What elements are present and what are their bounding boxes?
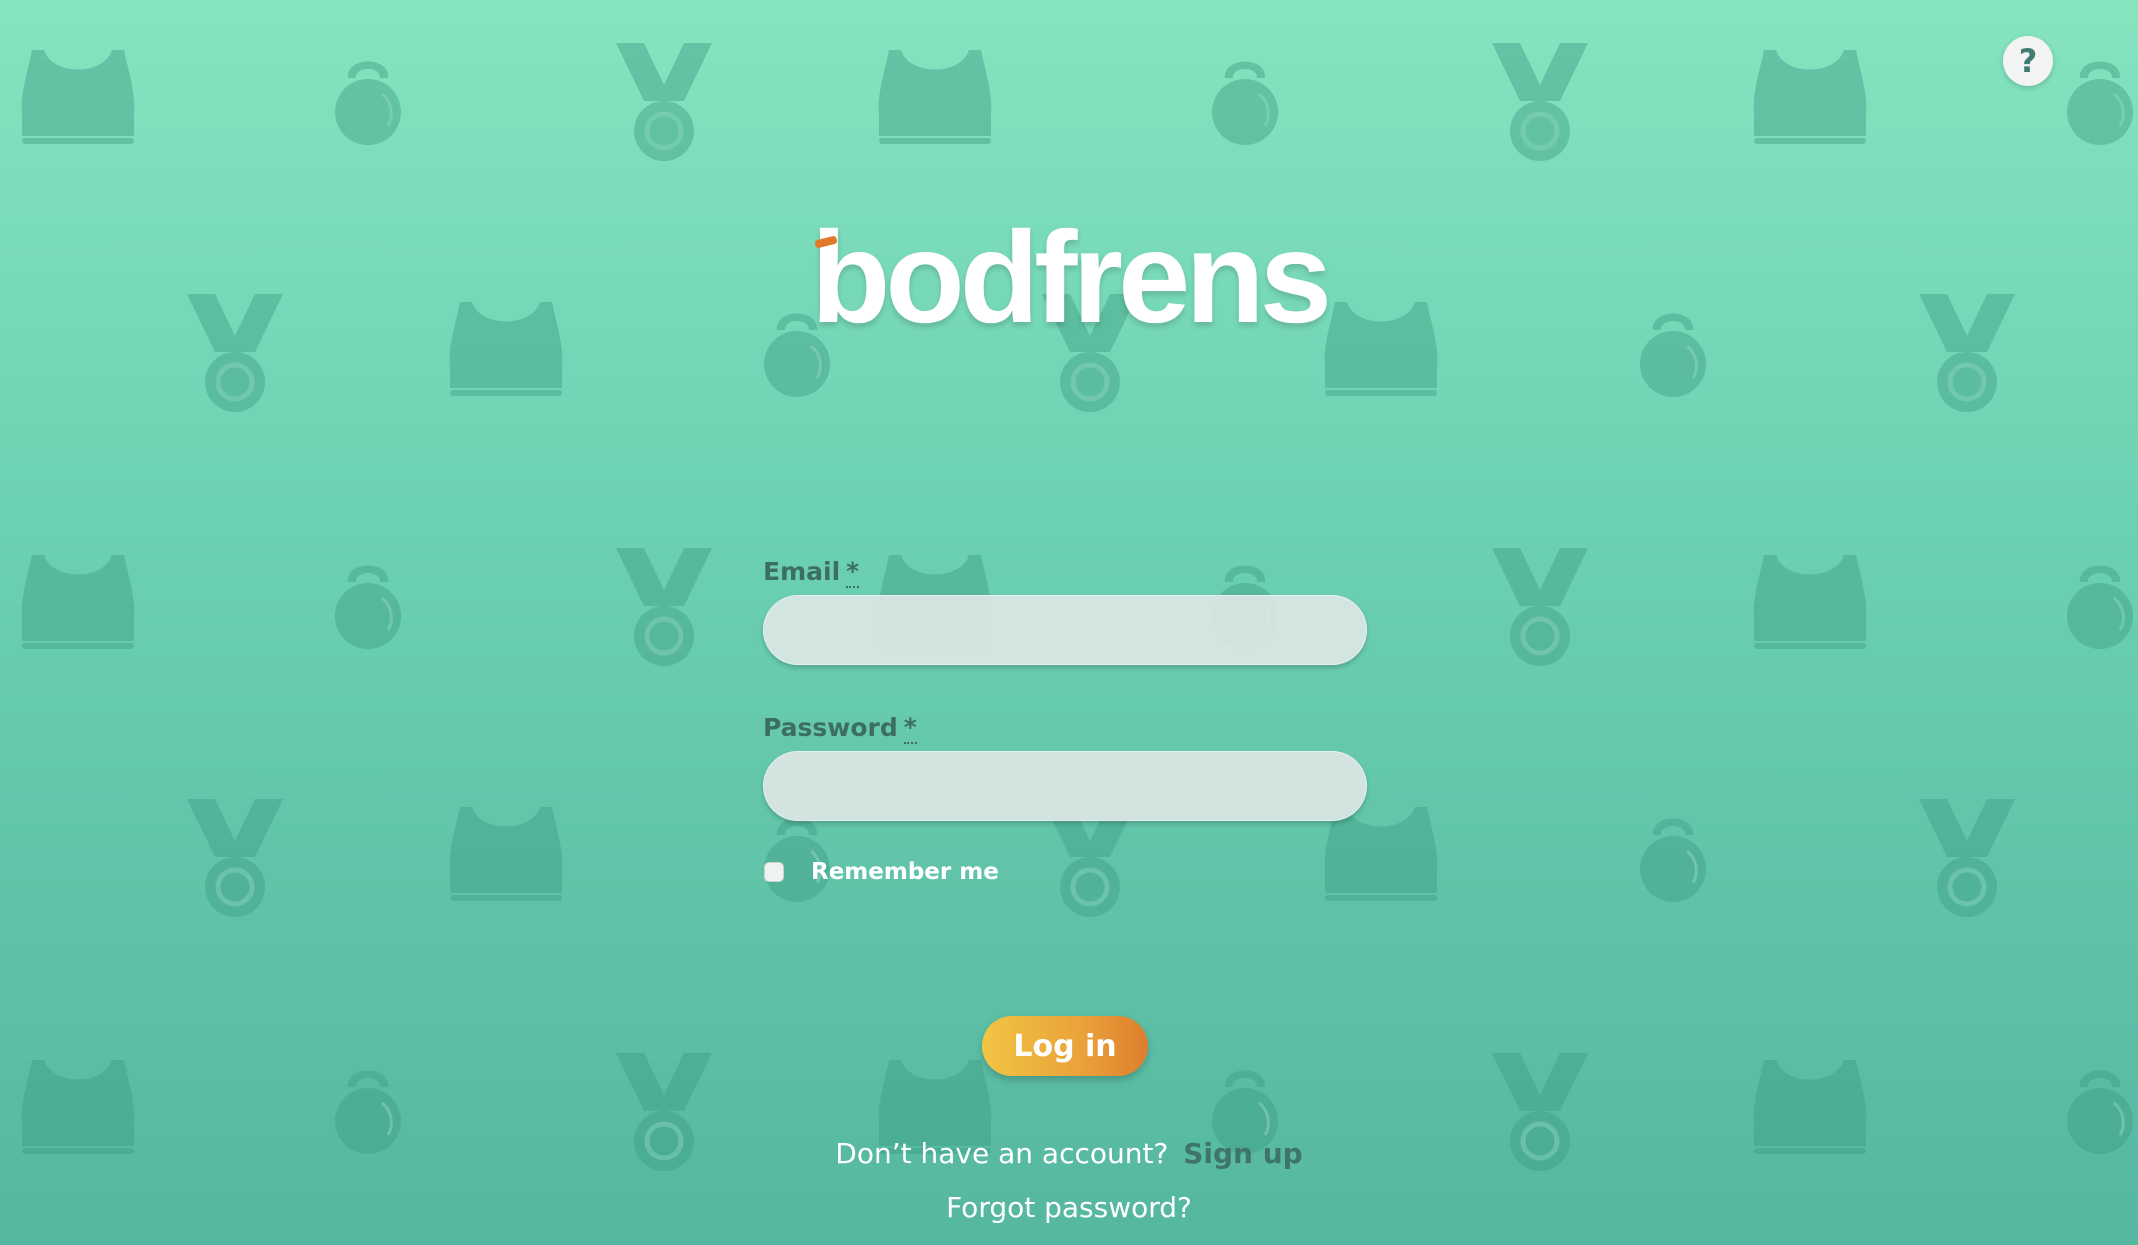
password-label: Password * [763, 713, 917, 744]
remember-me-label: Remember me [811, 859, 999, 885]
help-button[interactable]: ? [2003, 36, 2053, 86]
signup-link[interactable]: Sign up [1183, 1137, 1302, 1170]
forgot-password-row: Forgot password? [0, 1188, 2138, 1228]
question-mark-icon: ? [2018, 42, 2038, 80]
email-field[interactable] [763, 595, 1367, 665]
signup-prompt: Don’t have an account? Sign up [0, 1134, 2138, 1174]
logo-text: bodfrens [810, 204, 1332, 350]
required-marker: * [903, 713, 917, 744]
pattern-row-1 [21, 43, 2135, 161]
no-account-text: Don’t have an account? [835, 1137, 1169, 1170]
remember-me-checkbox[interactable] [764, 862, 784, 882]
email-label: Email * [763, 557, 860, 588]
app-logo: bodfrens [0, 212, 2138, 342]
required-marker: * [846, 557, 860, 588]
remember-me-row: Remember me [763, 857, 1367, 887]
login-button[interactable]: Log in [982, 1016, 1148, 1076]
forgot-password-link[interactable]: Forgot password? [946, 1191, 1192, 1224]
password-field[interactable] [763, 751, 1367, 821]
login-form: Email * Password * Remember me [763, 555, 1367, 887]
